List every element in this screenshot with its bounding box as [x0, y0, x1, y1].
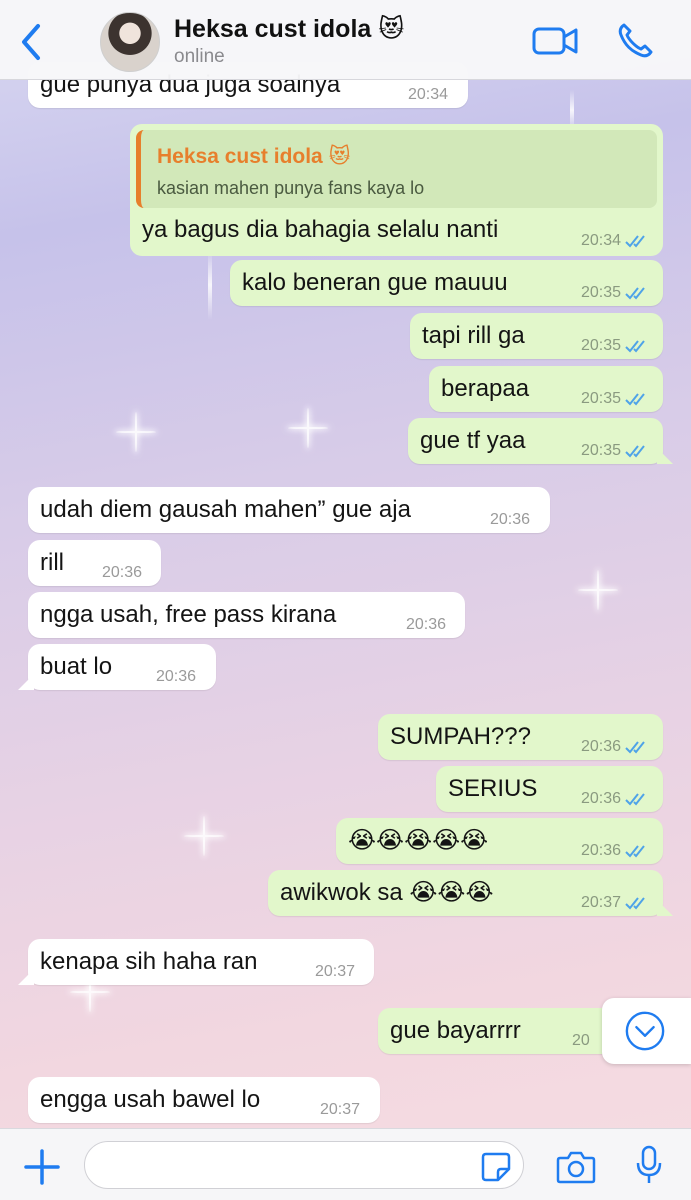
message-text: ya bagus dia bahagia selalu nanti — [142, 216, 499, 243]
scroll-to-bottom-button[interactable] — [602, 998, 691, 1064]
message-time: 20:35 — [580, 390, 621, 407]
microphone-icon[interactable] — [634, 1145, 664, 1185]
read-ticks-icon — [625, 845, 645, 858]
read-ticks-icon — [625, 235, 645, 248]
message-text: SUMPAH??? — [390, 723, 531, 750]
message-composer — [0, 1128, 691, 1200]
message-incoming[interactable]: ngga usah, free pass kirana 20:36 — [28, 592, 465, 638]
message-time: 20:36 — [156, 668, 197, 685]
read-ticks-icon — [625, 897, 645, 910]
video-call-icon[interactable] — [532, 26, 578, 56]
light-ray — [208, 250, 212, 320]
contact-name[interactable]: Heksa cust idola 😻 — [174, 14, 404, 44]
message-text: ngga usah, free pass kirana — [40, 601, 337, 628]
quoted-message[interactable]: Heksa cust idola 😻 kasian mahen punya fa… — [136, 130, 657, 208]
read-ticks-icon — [625, 287, 645, 300]
camera-icon[interactable] — [556, 1149, 596, 1185]
message-input[interactable] — [84, 1141, 524, 1189]
message-outgoing-reply[interactable]: Heksa cust idola 😻 kasian mahen punya fa… — [130, 124, 663, 256]
quoted-author: Heksa cust idola 😻 — [157, 145, 351, 168]
phone-icon[interactable] — [616, 22, 654, 60]
read-ticks-icon — [625, 741, 645, 754]
message-time: 20:35 — [580, 442, 621, 459]
message-time: 20:37 — [315, 963, 356, 980]
chevron-down-icon — [625, 1011, 665, 1051]
message-text: buat lo — [40, 653, 113, 680]
read-ticks-icon — [625, 393, 645, 406]
message-text: 😭😭😭😭😭 — [348, 827, 489, 854]
sparkle-decoration — [116, 412, 156, 452]
message-time: 20:35 — [580, 284, 621, 301]
message-text: rill — [40, 549, 64, 576]
message-text: gue bayarrrr — [390, 1017, 521, 1044]
message-text: kalo beneran gue mauuu — [242, 269, 508, 296]
message-time: 20:36 — [102, 564, 143, 581]
avatar[interactable] — [100, 12, 160, 72]
chat-header: Heksa cust idola 😻 online — [0, 0, 691, 80]
contact-status: online — [174, 46, 225, 67]
message-text: awikwok sa 😭😭😭 — [280, 879, 494, 906]
message-time: 20:36 — [490, 511, 531, 528]
message-time: 20:35 — [580, 337, 621, 354]
message-text: SERIUS — [448, 775, 538, 802]
message-time: 20:36 — [406, 616, 447, 633]
message-time: 20:36 — [580, 842, 621, 859]
read-ticks-icon — [625, 340, 645, 353]
message-outgoing[interactable]: 😭😭😭😭😭 20:36 — [336, 818, 663, 864]
message-outgoing[interactable]: berapaa 20:35 — [429, 366, 663, 412]
plus-icon[interactable] — [24, 1149, 60, 1185]
quoted-text: kasian mahen punya fans kaya lo — [157, 178, 425, 198]
sticker-icon[interactable] — [480, 1151, 512, 1183]
message-outgoing[interactable]: tapi rill ga 20:35 — [410, 313, 663, 359]
message-time: 20:36 — [580, 790, 621, 807]
message-incoming[interactable]: buat lo 20:36 — [18, 644, 216, 690]
message-text: engga usah bawel lo — [40, 1086, 261, 1113]
message-time: 20 — [572, 1032, 590, 1049]
message-text: kenapa sih haha ran — [40, 948, 258, 975]
message-text: gue tf yaa — [420, 427, 526, 454]
message-time: 20:34 — [580, 232, 621, 249]
sparkle-decoration — [288, 408, 328, 448]
message-incoming[interactable]: udah diem gausah mahen” gue aja 20:36 — [28, 487, 550, 533]
message-outgoing[interactable]: SERIUS 20:36 — [436, 766, 663, 812]
message-incoming[interactable]: engga usah bawel lo 20:37 — [28, 1077, 380, 1123]
read-ticks-icon — [625, 793, 645, 806]
message-outgoing[interactable]: SUMPAH??? 20:36 — [378, 714, 663, 760]
message-outgoing[interactable]: gue tf yaa 20:35 — [408, 418, 673, 464]
message-text: tapi rill ga — [422, 322, 525, 349]
message-time: 20:36 — [580, 738, 621, 755]
message-outgoing[interactable]: kalo beneran gue mauuu 20:35 — [230, 260, 663, 306]
read-ticks-icon — [625, 445, 645, 458]
message-incoming[interactable]: rill 20:36 — [28, 540, 161, 586]
message-time: 20:37 — [580, 894, 621, 911]
message-outgoing[interactable]: awikwok sa 😭😭😭 20:37 — [268, 870, 673, 916]
message-text: berapaa — [441, 375, 530, 402]
message-time: 20:34 — [408, 86, 449, 103]
sparkle-decoration — [578, 570, 618, 610]
sparkle-decoration — [184, 816, 224, 856]
message-incoming[interactable]: kenapa sih haha ran 20:37 — [18, 939, 374, 985]
message-time: 20:37 — [320, 1101, 361, 1118]
back-chevron-icon[interactable] — [16, 22, 46, 62]
message-text: udah diem gausah mahen” gue aja — [40, 496, 411, 523]
